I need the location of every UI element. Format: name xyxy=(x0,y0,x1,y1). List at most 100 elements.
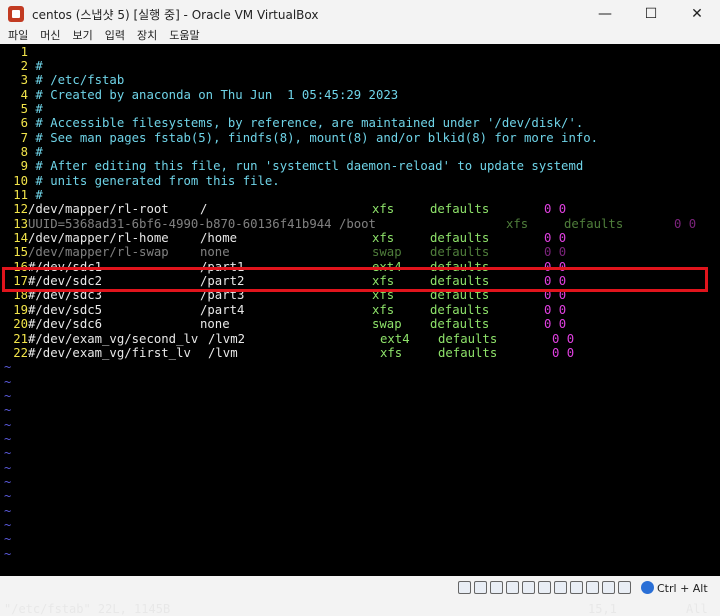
dump-pass-field: 0 0 xyxy=(544,202,567,217)
fstype-field: xfs xyxy=(506,216,529,231)
dump-pass-field: 0 0 xyxy=(544,231,567,246)
close-button[interactable]: ✕ xyxy=(674,0,720,28)
dump-pass-field: 0 0 xyxy=(544,245,567,260)
comment-text: # xyxy=(28,58,43,73)
network-icon[interactable] xyxy=(506,581,519,594)
line-number: 4 xyxy=(20,87,28,102)
mouse-integration-icon[interactable] xyxy=(602,581,615,594)
comment-text: # /etc/fstab xyxy=(28,73,125,88)
fstab-entry: 19 #/dev/sdc5/part4 xfs defaults 0 0 xyxy=(4,303,714,317)
fstype-field: ext4 xyxy=(380,331,410,346)
vim-tilde-marker: ~ xyxy=(4,388,12,403)
fstype-field: xfs xyxy=(372,231,395,246)
mountpoint-field: /home xyxy=(200,231,238,246)
fstab-entry: 14/dev/mapper/rl-home/home xfs defaults 0 0 xyxy=(4,231,714,245)
fstype-field: swap xyxy=(372,317,402,332)
vim-line: 3 # /etc/fstab xyxy=(4,73,125,88)
device-field: #/dev/sdc6 xyxy=(28,317,103,332)
comment-text: # Accessible filesystems, by reference, … xyxy=(28,116,584,131)
minimize-button[interactable]: — xyxy=(582,0,628,28)
audio-icon[interactable] xyxy=(490,581,503,594)
vim-tilde-marker: ~ xyxy=(4,532,12,547)
vim-tilde-marker: ~ xyxy=(4,417,12,432)
vim-tilde-marker: ~ xyxy=(4,460,12,475)
cpu-icon[interactable] xyxy=(586,581,599,594)
line-number: 7 xyxy=(20,130,28,145)
menu-view[interactable]: 보기 xyxy=(73,28,93,44)
vim-tilde-marker: ~ xyxy=(4,374,12,389)
optical-drive-icon[interactable] xyxy=(474,581,487,594)
device-field: /dev/mapper/rl-swap xyxy=(28,245,169,260)
device-icons xyxy=(458,581,634,594)
fstab-entry: 22 #/dev/exam_vg/first_lv/lvm xfs defaults 0… xyxy=(4,346,714,360)
shared-folder-icon[interactable] xyxy=(538,581,551,594)
hard-disk-icon[interactable] xyxy=(458,581,471,594)
virtualbox-app-icon xyxy=(8,6,24,22)
line-number: 13 xyxy=(13,216,28,231)
fstype-field: xfs xyxy=(380,345,403,360)
usb-icon[interactable] xyxy=(522,581,535,594)
menu-bar: 파일 머신 보기 입력 장치 도움말 xyxy=(0,28,720,44)
vim-line: 2 # xyxy=(4,59,43,73)
line-number: 1 xyxy=(20,44,28,59)
mountpoint-field: / xyxy=(200,202,208,217)
display-icon[interactable] xyxy=(554,581,567,594)
mountpoint-field: /lvm xyxy=(208,345,238,360)
comment-text: # xyxy=(28,101,43,116)
host-key-label: Ctrl + Alt xyxy=(657,582,708,595)
maximize-button[interactable]: ☐ xyxy=(628,0,674,28)
line-number: 8 xyxy=(20,144,28,159)
fstype-field: xfs xyxy=(372,302,395,317)
menu-devices[interactable]: 장치 xyxy=(137,28,157,44)
window-controls: — ☐ ✕ xyxy=(582,0,720,28)
fstab-entry: 13 UUID=5368ad31-6bf6-4990-b870-60136f41b… xyxy=(4,217,714,231)
device-field: /dev/mapper/rl-home xyxy=(28,231,169,246)
fstab-entry: 12/dev/mapper/rl-root / xfs defaults 0 0 xyxy=(4,202,714,216)
mountpoint-field: /lvm2 xyxy=(208,331,246,346)
dump-pass-field: 0 0 xyxy=(674,216,697,231)
vim-line: 8 # xyxy=(4,145,43,159)
comment-text: # See man pages fstab(5), findfs(8), mou… xyxy=(28,130,599,145)
vim-line: 11 # xyxy=(4,188,43,202)
dump-pass-field: 0 0 xyxy=(552,345,575,360)
line-number: 12 xyxy=(13,202,28,217)
fstype-field: swap xyxy=(372,245,402,260)
mountpoint-field: none xyxy=(200,245,230,260)
vim-line: 5 # xyxy=(4,102,43,116)
line-number: 9 xyxy=(20,159,28,174)
options-field: defaults xyxy=(430,317,490,332)
device-field: #/dev/sdc5 xyxy=(28,302,103,317)
dump-pass-field: 0 0 xyxy=(552,331,575,346)
options-field: defaults xyxy=(564,216,624,231)
line-number: 3 xyxy=(20,73,28,88)
menu-input[interactable]: 입력 xyxy=(105,28,125,44)
title-bar: centos (스냅샷 5) [실행 중] - Oracle VM Virtua… xyxy=(0,0,720,28)
line-number: 2 xyxy=(20,58,28,73)
fstab-entry: 15/dev/mapper/rl-swap none swap defaults 0 0 xyxy=(4,245,714,259)
vim-tilde-marker: ~ xyxy=(4,503,12,518)
fstype-field: xfs xyxy=(372,202,395,217)
recording-icon[interactable] xyxy=(570,581,583,594)
menu-machine[interactable]: 머신 xyxy=(40,28,60,44)
device-field: /dev/mapper/rl-root xyxy=(28,202,169,217)
vim-line: 6 # Accessible filesystems, by reference… xyxy=(4,116,584,131)
comment-text: # Created by anaconda on Thu Jun 1 05:45… xyxy=(28,87,399,102)
highlight-annotation-box xyxy=(2,267,708,292)
vim-tilde-marker: ~ xyxy=(4,475,12,489)
device-field: UUID=5368ad31-6bf6-4990-b870-60136f41b94… xyxy=(28,216,376,231)
options-field: defaults xyxy=(430,302,490,317)
vim-line: 9 # After editing this file, run 'system… xyxy=(4,159,584,174)
line-number: 22 xyxy=(13,345,28,360)
menu-file[interactable]: 파일 xyxy=(8,28,28,44)
fstab-entry: 21 #/dev/exam_vg/second_lv/lvm2 ext4 defaul… xyxy=(4,332,714,346)
keyboard-icon[interactable] xyxy=(618,581,631,594)
vim-line: 10 # units generated from this file. xyxy=(4,174,280,188)
menu-help[interactable]: 도움말 xyxy=(169,28,199,44)
vim-tilde-marker: ~ xyxy=(4,431,12,446)
line-number: 10 xyxy=(13,173,28,188)
vim-tilde-marker: ~ xyxy=(4,518,12,533)
vm-console[interactable]: 1 2 #3 # /etc/fstab 4 # Created by anacon… xyxy=(0,44,720,616)
dump-pass-field: 0 0 xyxy=(544,302,567,317)
mountpoint-field: /part4 xyxy=(200,302,245,317)
line-number: 6 xyxy=(20,116,28,131)
